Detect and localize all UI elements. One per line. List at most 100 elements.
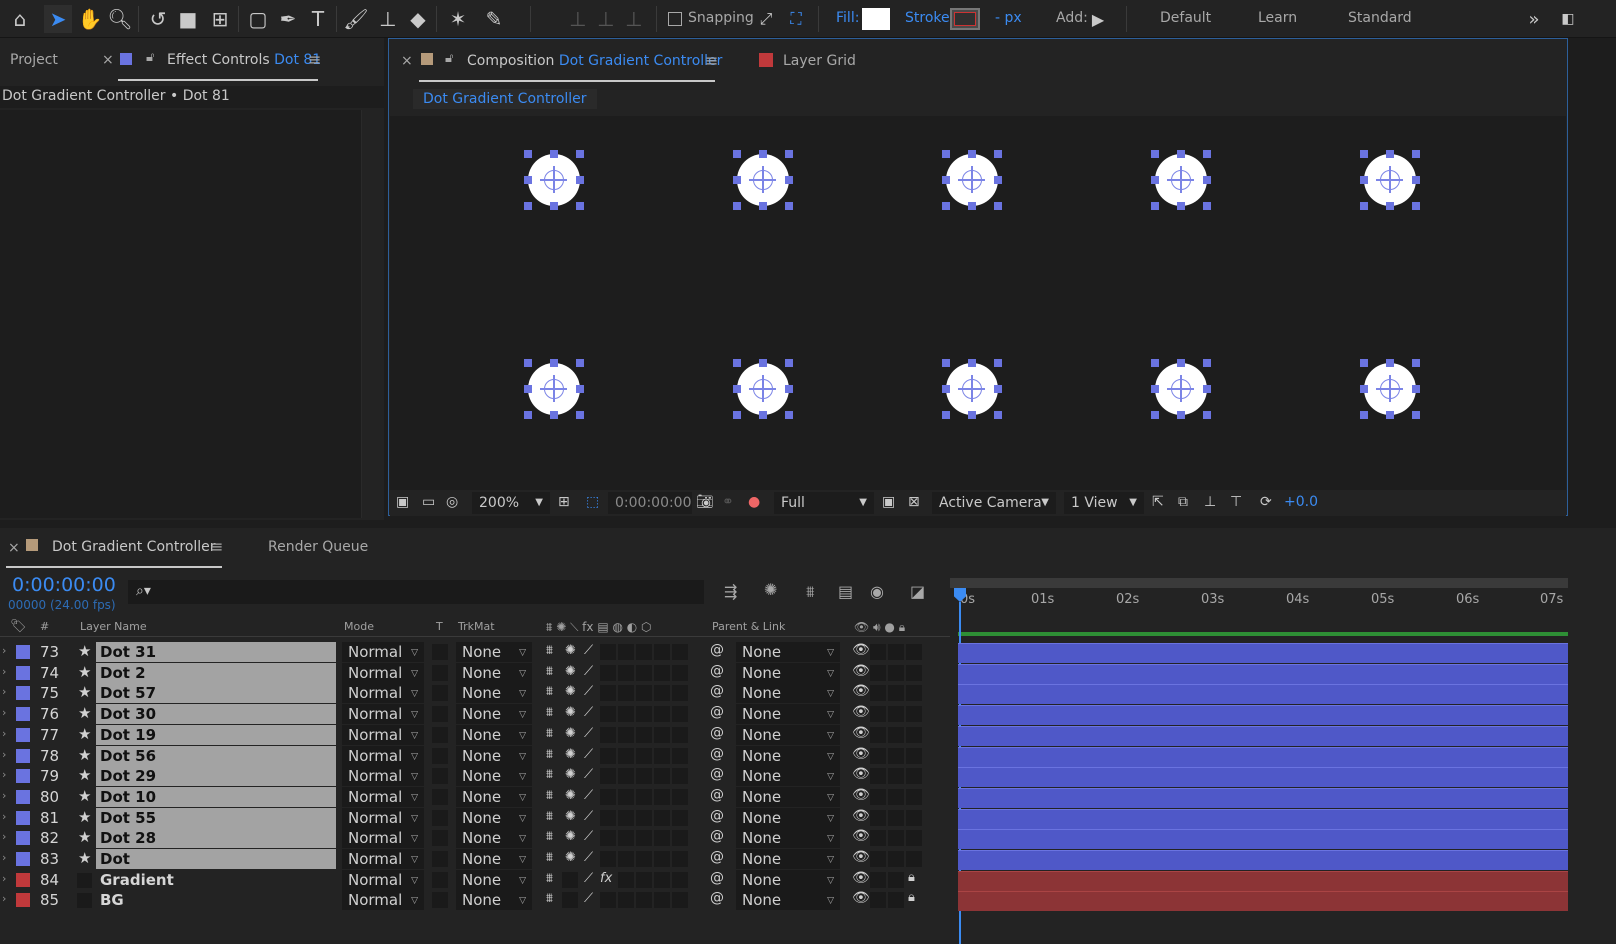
roto-brush-tool-icon[interactable]: ✶: [444, 5, 472, 33]
selection-handle[interactable]: [733, 202, 741, 210]
snap-features-icon[interactable]: ⛶: [782, 5, 810, 33]
selection-handle[interactable]: [759, 359, 767, 367]
collapse-switch-icon[interactable]: ✺: [565, 664, 576, 679]
panel-menu-icon[interactable]: ≡: [308, 50, 321, 69]
anchor-point-icon[interactable]: [540, 166, 567, 193]
selection-handle[interactable]: [1151, 385, 1159, 393]
lock-switch-box[interactable]: [906, 851, 922, 867]
snap-edges-icon[interactable]: ⤢: [752, 5, 780, 33]
selection-handle[interactable]: [994, 150, 1002, 158]
selection-handle[interactable]: [1177, 202, 1185, 210]
trkmat-select[interactable]: None ▽: [456, 683, 532, 704]
layer-duration-bar[interactable]: [958, 643, 1568, 663]
camera-select[interactable]: Active Camera ▼: [932, 492, 1056, 514]
frame-blend-switch-box[interactable]: [618, 747, 634, 764]
layer-duration-bar[interactable]: [958, 870, 1568, 891]
collapse-switch-box[interactable]: [562, 892, 578, 909]
pick-whip-icon[interactable]: @: [710, 725, 724, 741]
layer-name[interactable]: Dot 28: [96, 828, 336, 849]
shy-switch-icon[interactable]: ⩩: [546, 726, 553, 741]
audio-switch-box[interactable]: [870, 830, 886, 847]
preserve-transparency-box[interactable]: [432, 851, 448, 867]
adjustment-switch-box[interactable]: [654, 747, 670, 764]
preserve-transparency-box[interactable]: [432, 768, 448, 785]
grid-guides-icon[interactable]: ⊞: [558, 494, 570, 510]
collapse-switch-icon[interactable]: ✺: [565, 767, 576, 782]
lock-switch-box[interactable]: [906, 788, 922, 805]
selection-handle[interactable]: [785, 359, 793, 367]
selection-handle[interactable]: [1360, 385, 1368, 393]
selection-handle[interactable]: [994, 385, 1002, 393]
adjustment-switch-box[interactable]: [654, 768, 670, 785]
expand-arrow-icon[interactable]: ›: [2, 872, 6, 885]
selection-handle[interactable]: [994, 202, 1002, 210]
shy-switch-icon[interactable]: ⩩: [546, 684, 553, 699]
layer-name[interactable]: BG: [96, 890, 336, 910]
comp-dot[interactable]: [1360, 150, 1420, 210]
mode-select[interactable]: Normal ▽: [342, 766, 424, 787]
add-play-icon[interactable]: ▶: [1084, 5, 1112, 33]
mode-select[interactable]: Normal ▽: [342, 849, 424, 869]
collapse-switch-icon[interactable]: ✺: [565, 829, 576, 844]
fill-swatch[interactable]: [862, 8, 890, 30]
selection-handle[interactable]: [733, 385, 741, 393]
audio-switch-box[interactable]: [870, 747, 886, 764]
label-color-chip[interactable]: [16, 645, 30, 659]
search-help-icon[interactable]: ◧: [1554, 5, 1582, 33]
selection-handle[interactable]: [1203, 411, 1211, 419]
comp-canvas[interactable]: [390, 116, 1566, 490]
effects-switch-box[interactable]: [600, 830, 616, 847]
effects-switch-box[interactable]: [600, 685, 616, 702]
selection-handle[interactable]: [1151, 202, 1159, 210]
selection-handle[interactable]: [1360, 202, 1368, 210]
color-channels-icon[interactable]: ●: [748, 494, 760, 510]
label-color-chip[interactable]: [16, 727, 30, 742]
frame-blend-switch-box[interactable]: [618, 644, 634, 660]
selection-handle[interactable]: [733, 176, 741, 184]
layer-name[interactable]: Dot: [96, 849, 336, 869]
selection-handle[interactable]: [733, 411, 741, 419]
selection-handle[interactable]: [968, 202, 976, 210]
quality-switch-icon[interactable]: ⟋: [584, 850, 593, 865]
selection-handle[interactable]: [576, 150, 584, 158]
visibility-eye-icon[interactable]: 👁︎: [852, 663, 870, 679]
selection-handle[interactable]: [524, 385, 532, 393]
label-color-chip[interactable]: [16, 893, 30, 908]
layer-duration-bar[interactable]: [958, 663, 1568, 684]
timeline-icon[interactable]: ⊥: [1204, 494, 1216, 510]
selection-handle[interactable]: [524, 202, 532, 210]
preserve-transparency-box[interactable]: [432, 809, 448, 826]
selection-handle[interactable]: [550, 150, 558, 158]
effects-switch-box[interactable]: [600, 747, 616, 764]
brush-tool-icon[interactable]: 🖌︎: [342, 5, 370, 33]
flowchart-icon[interactable]: ⊤: [1230, 494, 1242, 510]
shy-switch-icon[interactable]: ⩩: [546, 767, 553, 782]
selection-handle[interactable]: [524, 176, 532, 184]
pick-whip-icon[interactable]: @: [710, 890, 724, 906]
solo-switch-box[interactable]: [888, 685, 904, 702]
preserve-transparency-box[interactable]: [432, 830, 448, 847]
selection-handle[interactable]: [968, 359, 976, 367]
workspace-standard[interactable]: Standard: [1348, 10, 1412, 26]
3d-switch-box[interactable]: [672, 726, 688, 743]
mode-select[interactable]: Normal ▽: [342, 704, 424, 725]
trkmat-select[interactable]: None ▽: [456, 745, 532, 766]
mode-select[interactable]: Normal ▽: [342, 786, 424, 807]
type-tool-icon[interactable]: T: [304, 5, 332, 33]
solo-switch-box[interactable]: [888, 809, 904, 826]
effects-switch-box[interactable]: [600, 892, 616, 909]
selection-handle[interactable]: [1151, 176, 1159, 184]
audio-switch-box[interactable]: [870, 706, 886, 723]
collapse-switch-icon[interactable]: ✺: [565, 705, 576, 720]
lock-icon[interactable]: 🔓︎: [445, 51, 453, 66]
selection-handle[interactable]: [1386, 359, 1394, 367]
layer-name[interactable]: Dot 29: [96, 766, 336, 787]
mode-select[interactable]: Normal ▽: [342, 683, 424, 704]
selection-handle[interactable]: [1412, 176, 1420, 184]
trkmat-select[interactable]: None ▽: [456, 869, 532, 890]
panel-menu-icon[interactable]: ≡: [705, 51, 718, 70]
3d-switch-box[interactable]: [672, 788, 688, 805]
expand-arrow-icon[interactable]: ›: [2, 727, 6, 740]
label-color-chip[interactable]: [16, 810, 30, 825]
label-color-chip[interactable]: [16, 748, 30, 763]
